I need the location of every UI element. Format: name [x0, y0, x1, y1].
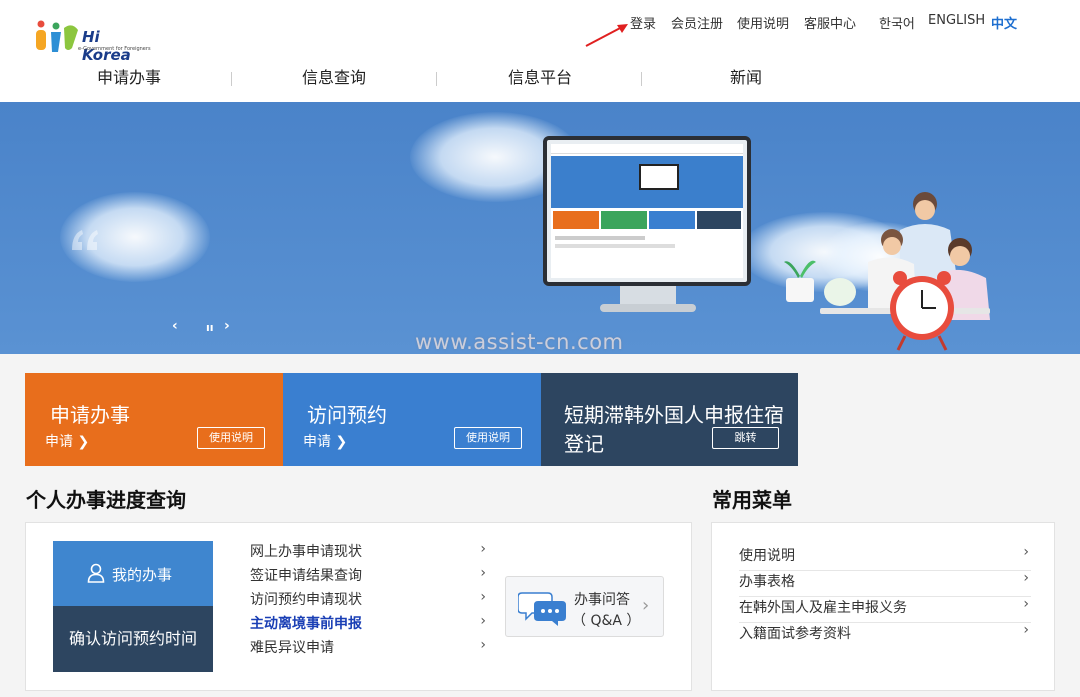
user-icon — [87, 563, 105, 583]
chevron-right-icon: › — [1023, 596, 1029, 612]
menu-item-label: 入籍面试参考资料 — [739, 626, 851, 642]
tile-stay-title-line1: 短期滞韩外国人申报住宿 — [564, 403, 784, 427]
tile-stay-goto-button[interactable]: 跳转 — [712, 427, 779, 449]
tile-visit-guide-button[interactable]: 使用说明 — [454, 427, 522, 449]
chevron-right-icon: › — [1023, 622, 1029, 638]
link-refugee-objection[interactable]: 难民异议申请 › — [250, 637, 490, 657]
tile-stay-title-line2: 登记 — [564, 432, 604, 456]
link-departure-prereport[interactable]: 主动离境事前申报 › — [250, 613, 490, 633]
quote-mark-icon — [72, 230, 98, 250]
logo-subtitle: e-Government for Foreigners — [78, 46, 151, 52]
chevron-right-icon: › — [480, 613, 486, 629]
chevron-right-icon: › — [480, 541, 486, 557]
nav-divider — [641, 72, 642, 86]
my-work-label: 我的办事 — [112, 566, 173, 584]
monitor-stand-base — [600, 304, 696, 312]
nav-divider — [436, 72, 437, 86]
tile-visit-title: 访问预约 — [307, 403, 387, 427]
link-visit-reservation-status[interactable]: 访问预约申请现状 › — [250, 589, 490, 609]
menu-item-reporting-duty[interactable]: 在韩外国人及雇主申报义务 › — [739, 596, 1031, 623]
login-link[interactable]: 登录 — [630, 13, 656, 32]
hero-banner[interactable]: ‹ ıı › — [0, 102, 1080, 354]
tile-apply-link[interactable]: 申请 ❯ — [45, 431, 89, 451]
tile-visit-reservation[interactable]: 访问预约 申请 ❯ 使用说明 — [283, 373, 541, 466]
chat-bubble-icon — [518, 592, 566, 626]
monitor-stand — [620, 286, 676, 306]
confirm-visit-time-button[interactable]: 确认访问预约时间 — [53, 606, 213, 672]
customer-center-link[interactable]: 客服中心 — [804, 13, 856, 32]
site-header: Hi Korea e-Government for Foreigners 登录 … — [0, 0, 1080, 102]
banner-next-button[interactable]: › — [224, 318, 230, 334]
link-label: 主动离境事前申报 — [250, 616, 362, 632]
menu-item-label: 使用说明 — [739, 548, 795, 564]
tile-apply[interactable]: 申请办事 申请 ❯ 使用说明 — [25, 373, 283, 466]
monitor-illustration — [543, 136, 751, 286]
nav-info-query[interactable]: 信息查询 — [302, 64, 366, 88]
monitor-screen — [551, 144, 743, 278]
chevron-right-icon: › — [480, 565, 486, 581]
my-work-box: 我的办事 确认访问预约时间 — [53, 541, 213, 672]
menu-item-label: 在韩外国人及雇主申报义务 — [739, 600, 907, 616]
link-label: 网上办事申请现状 — [250, 544, 362, 560]
chevron-right-icon: › — [480, 589, 486, 605]
common-menu-title: 常用菜单 — [712, 488, 792, 512]
site-watermark: www.assist-cn.com — [415, 330, 624, 354]
progress-section-title: 个人办事进度查询 — [26, 488, 186, 512]
menu-item-label: 办事表格 — [739, 574, 795, 590]
link-visa-result-query[interactable]: 签证申请结果查询 › — [250, 565, 490, 585]
tile-visit-link[interactable]: 申请 ❯ — [303, 431, 347, 451]
guide-link[interactable]: 使用说明 — [737, 13, 789, 32]
my-work-button[interactable]: 我的办事 — [53, 541, 213, 606]
qa-button[interactable]: 办事问答 （ Q&A ） › — [505, 576, 664, 637]
nav-info-platform[interactable]: 信息平台 — [508, 64, 572, 88]
logo-mark-icon — [36, 20, 78, 52]
chevron-right-icon: › — [1023, 570, 1029, 586]
link-label: 签证申请结果查询 — [250, 568, 362, 584]
lang-english-link[interactable]: ENGLISH — [928, 13, 985, 28]
link-label: 访问预约申请现状 — [250, 592, 362, 608]
menu-item-naturalization-interview[interactable]: 入籍面试参考资料 › — [739, 622, 1031, 649]
chevron-right-icon: › — [642, 595, 650, 616]
nav-apply[interactable]: 申请办事 — [97, 64, 161, 88]
red-arrow-annotation-icon — [585, 24, 628, 47]
tile-short-stay-report[interactable]: 短期滞韩外国人申报住宿 登记 跳转 — [541, 373, 798, 466]
chevron-right-icon: › — [480, 637, 486, 653]
menu-item-guide[interactable]: 使用说明 › — [739, 544, 1031, 571]
lang-chinese-link[interactable]: 中文 — [991, 13, 1017, 32]
banner-pause-button[interactable]: ıı — [206, 321, 214, 334]
tile-apply-title: 申请办事 — [50, 403, 130, 427]
link-online-apply-status[interactable]: 网上办事申请现状 › — [250, 541, 490, 561]
banner-prev-button[interactable]: ‹ — [172, 318, 178, 334]
nav-divider — [231, 72, 232, 86]
register-link[interactable]: 会员注册 — [671, 13, 723, 32]
qa-sublabel: （ Q&A ） — [572, 613, 641, 629]
tile-apply-guide-button[interactable]: 使用说明 — [197, 427, 265, 449]
hikorea-logo[interactable]: Hi Korea e-Government for Foreigners — [32, 18, 151, 64]
link-label: 难民异议申请 — [250, 640, 334, 656]
nav-news[interactable]: 新闻 — [730, 64, 762, 88]
people-illustration — [820, 192, 990, 351]
chevron-right-icon: › — [1023, 544, 1029, 560]
menu-item-forms[interactable]: 办事表格 › — [739, 570, 1031, 597]
lang-korean-link[interactable]: 한국어 — [879, 13, 915, 32]
qa-label: 办事问答 — [574, 592, 630, 608]
